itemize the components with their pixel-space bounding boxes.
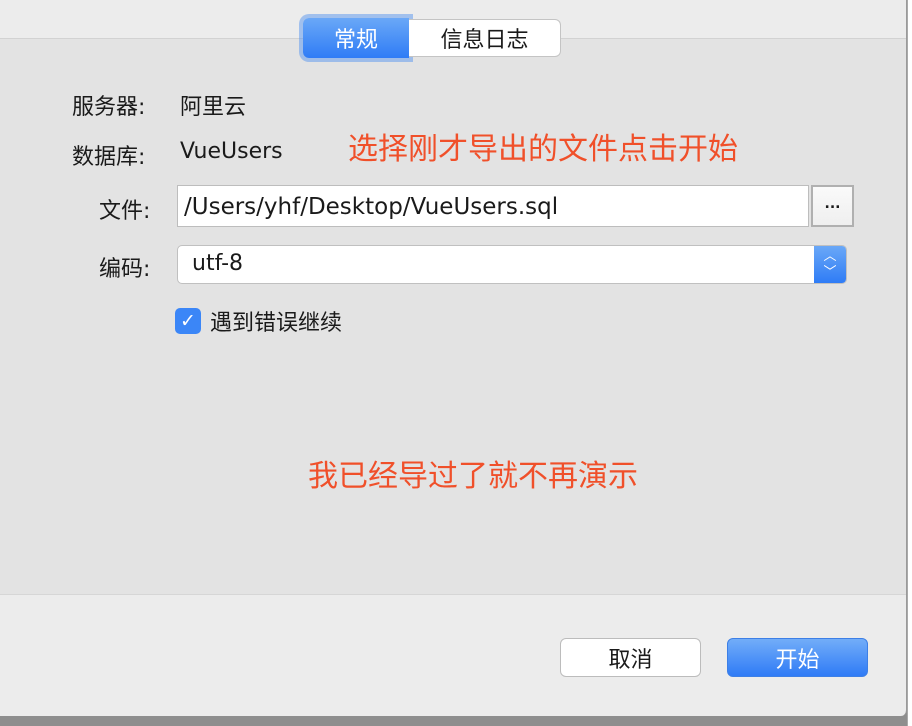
database-label: 数据库: [72,145,146,170]
tab-message-log[interactable]: 信息日志 [409,19,561,57]
continue-on-error-label[interactable]: 遇到错误继续 [210,305,342,337]
annotation-middle: 我已经导过了就不再演示 [308,459,638,494]
file-path-input[interactable]: /Users/yhf/Desktop/VueUsers.sql [177,185,809,227]
encoding-select[interactable]: utf-8 ︿ ﹀ [177,245,847,284]
chevron-updown-icon: ︿ ﹀ [814,246,846,283]
content-panel [0,38,906,595]
continue-on-error-checkbox[interactable]: ✓ [175,308,201,334]
import-dialog: 常规 信息日志 服务器: 阿里云 数据库: VueUsers 文件: /User… [0,0,907,716]
tab-general[interactable]: 常规 [303,18,409,58]
database-value: VueUsers [180,139,283,164]
file-label: 文件: [99,199,151,224]
tab-bar: 常规 信息日志 [303,18,561,58]
annotation-top: 选择刚才导出的文件点击开始 [348,132,738,167]
server-label: 服务器: [72,95,146,120]
cancel-button[interactable]: 取消 [560,638,701,677]
background-window [907,0,912,726]
browse-button[interactable]: ... [811,185,854,227]
start-button[interactable]: 开始 [727,638,868,677]
encoding-value: utf-8 [192,251,244,276]
server-value: 阿里云 [180,95,247,120]
encoding-label: 编码: [99,257,151,282]
